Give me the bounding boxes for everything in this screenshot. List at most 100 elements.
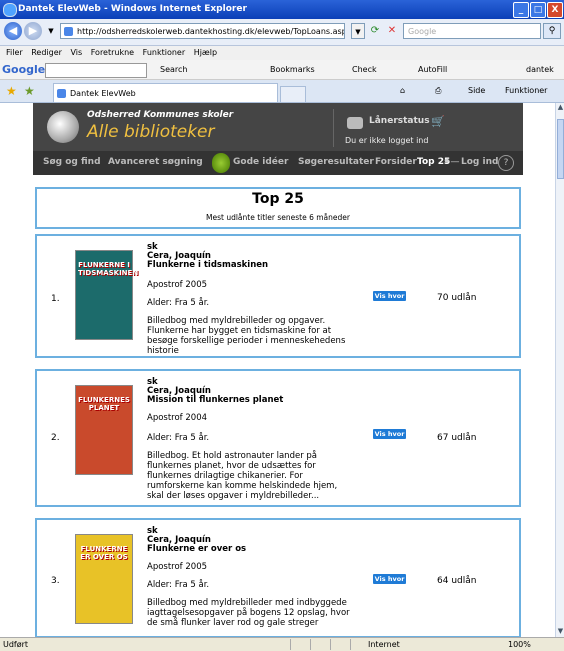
item-loans: 67 udlån: [437, 433, 477, 443]
item-description: Billedbog med myldrebilleder med indbygg…: [147, 598, 350, 628]
list-item: 2. FLUNKERNES PLANET sk Cera, Joaquín Mi…: [35, 369, 521, 507]
item-publisher: Apostrof 2004: [147, 413, 208, 423]
item-publisher: Apostrof 2005: [147, 562, 208, 572]
google-check-button[interactable]: Check: [352, 60, 377, 79]
item-rank: 2.: [51, 433, 60, 443]
page-icon: [64, 27, 73, 36]
menu-item-vis[interactable]: Vis: [71, 48, 83, 57]
status-divider: [330, 639, 331, 650]
vertical-scrollbar[interactable]: ▲ ▼: [555, 103, 564, 637]
address-dropdown-icon[interactable]: ▼: [351, 23, 365, 39]
menu-item-filer[interactable]: Filer: [6, 48, 23, 57]
favorites-star-icon[interactable]: ★: [6, 84, 17, 98]
menu-item-hjaelp[interactable]: Hjælp: [194, 48, 217, 57]
stop-icon[interactable]: ✕: [385, 24, 399, 38]
item-description: Billedbog med myldrebilleder og opgaver.…: [147, 316, 346, 356]
minimize-button[interactable]: _: [513, 2, 529, 18]
nav-search-results[interactable]: Søgeresultater: [298, 157, 374, 167]
login-status-note: Du er ikke logget ind: [345, 136, 429, 145]
show-where-button[interactable]: Vis hvor: [373, 574, 406, 584]
status-text: Udført: [3, 640, 29, 649]
nav-good-ideas[interactable]: Gode idéer: [233, 157, 288, 167]
page-title: Top 25: [252, 191, 304, 207]
zoom-level[interactable]: 100%: [508, 638, 531, 651]
google-account-button[interactable]: dantek: [526, 60, 554, 79]
status-bar: Udført Internet 100%: [0, 637, 564, 651]
google-logo: Google: [2, 63, 46, 76]
ideas-icon: [212, 153, 230, 173]
menu-item-funktioner[interactable]: Funktioner: [143, 48, 185, 57]
tools-menu[interactable]: Funktioner: [505, 84, 547, 98]
item-rank: 3.: [51, 576, 60, 586]
window-title: Dantek ElevWeb - Windows Internet Explor…: [18, 4, 247, 14]
search-icon[interactable]: ⚲: [543, 23, 561, 39]
maximize-button[interactable]: □: [530, 2, 546, 18]
show-where-button[interactable]: Vis hvor: [373, 291, 406, 301]
google-search-input[interactable]: [45, 63, 147, 78]
tab-dantek-elevweb[interactable]: Dantek ElevWeb: [53, 83, 278, 102]
status-divider: [350, 639, 351, 650]
item-title[interactable]: Flunkerne er over os: [147, 544, 246, 554]
cart-icon[interactable]: 🛒: [431, 115, 445, 128]
item-title[interactable]: Flunkerne i tidsmaskinen: [147, 260, 268, 270]
google-autofill-button[interactable]: AutoFill: [418, 60, 447, 79]
item-loans: 70 udlån: [437, 293, 477, 303]
site-container: Odsherred Kommunes skoler Alle bibliotek…: [33, 103, 523, 637]
ie-icon: [3, 3, 17, 17]
item-age: Alder: Fra 5 år.: [147, 433, 210, 443]
list-item: 1. FLUNKERNE I TIDSMASKINEN sk Cera, Joa…: [35, 234, 521, 358]
page-menu[interactable]: Side: [468, 84, 485, 98]
add-favorite-icon[interactable]: ★: [24, 84, 35, 98]
page-subtitle: Mest udlånte titler seneste 6 måneder: [206, 213, 350, 222]
refresh-icon[interactable]: ⟳: [368, 24, 382, 38]
status-divider: [290, 639, 291, 650]
print-icon[interactable]: ⎙: [435, 84, 441, 98]
history-dropdown-icon[interactable]: ▼: [44, 24, 58, 38]
scroll-down-icon[interactable]: ▼: [556, 627, 564, 636]
site-header: Odsherred Kommunes skoler Alle bibliotek…: [33, 103, 523, 151]
tab-bar: ★ ★ Dantek ElevWeb ⌂ ⎙ Side Funktioner: [0, 80, 564, 103]
status-divider: [310, 639, 311, 650]
tab-page-icon: [57, 89, 66, 98]
address-input[interactable]: http://odsherredskolerweb.dantekhosting.…: [60, 23, 345, 39]
close-button[interactable]: X: [547, 2, 563, 18]
menu-item-foretrukne[interactable]: Foretrukne: [91, 48, 134, 57]
scroll-thumb[interactable]: [557, 119, 564, 179]
search-input[interactable]: Google: [403, 23, 541, 39]
item-age: Alder: Fra 5 år.: [147, 298, 210, 308]
google-search-button[interactable]: Search: [160, 60, 187, 79]
nav-search[interactable]: Søg og find: [43, 157, 101, 167]
login-link[interactable]: Log ind: [461, 157, 498, 167]
item-title[interactable]: Mission til flunkernes planet: [147, 395, 283, 405]
book-cover[interactable]: FLUNKERNES PLANET: [75, 385, 133, 475]
security-zone: Internet: [368, 640, 400, 649]
home-icon[interactable]: ⌂: [400, 84, 405, 98]
site-nav: Søg og find Avanceret søgning Gode idéer…: [33, 151, 523, 175]
menu-bar: Filer Rediger Vis Foretrukne Funktioner …: [0, 46, 564, 60]
library-logo-icon: [47, 111, 79, 143]
item-rank: 1.: [51, 294, 60, 304]
menu-item-rediger[interactable]: Rediger: [31, 48, 62, 57]
header-divider: [333, 109, 334, 147]
book-cover-title: FLUNKERNE ER OVER OS: [80, 545, 128, 561]
book-cover-title: FLUNKERNES PLANET: [78, 396, 130, 412]
page-viewport: Odsherred Kommunes skoler Alle bibliotek…: [0, 103, 555, 637]
scroll-up-icon[interactable]: ▲: [556, 103, 564, 112]
book-cover[interactable]: FLUNKERNE I TIDSMASKINEN: [75, 250, 138, 340]
site-title[interactable]: Alle biblioteker: [87, 122, 215, 142]
help-icon[interactable]: ?: [498, 155, 514, 171]
google-toolbar: Google Search Bookmarks Check AutoFill d…: [0, 60, 564, 80]
new-tab-button[interactable]: [280, 86, 306, 103]
book-cover[interactable]: FLUNKERNE ER OVER OS: [75, 534, 133, 624]
address-toolbar: ◀ ▶ ▼ http://odsherredskolerweb.dantekho…: [0, 19, 564, 46]
back-button[interactable]: ◀: [4, 22, 22, 40]
show-where-button[interactable]: Vis hvor: [373, 429, 406, 439]
forward-button[interactable]: ▶: [24, 22, 42, 40]
nav-advanced-search[interactable]: Avanceret søgning: [108, 157, 203, 167]
loan-status-link[interactable]: Lånerstatus: [369, 116, 430, 126]
google-bookmarks-button[interactable]: Bookmarks: [270, 60, 315, 79]
nav-covers[interactable]: Forsider: [375, 157, 417, 167]
top25-header-panel: Top 25 Mest udlånte titler seneste 6 mån…: [35, 187, 521, 229]
address-url: http://odsherredskolerweb.dantekhosting.…: [77, 27, 345, 36]
list-item: 3. FLUNKERNE ER OVER OS sk Cera, Joaquín…: [35, 518, 521, 637]
